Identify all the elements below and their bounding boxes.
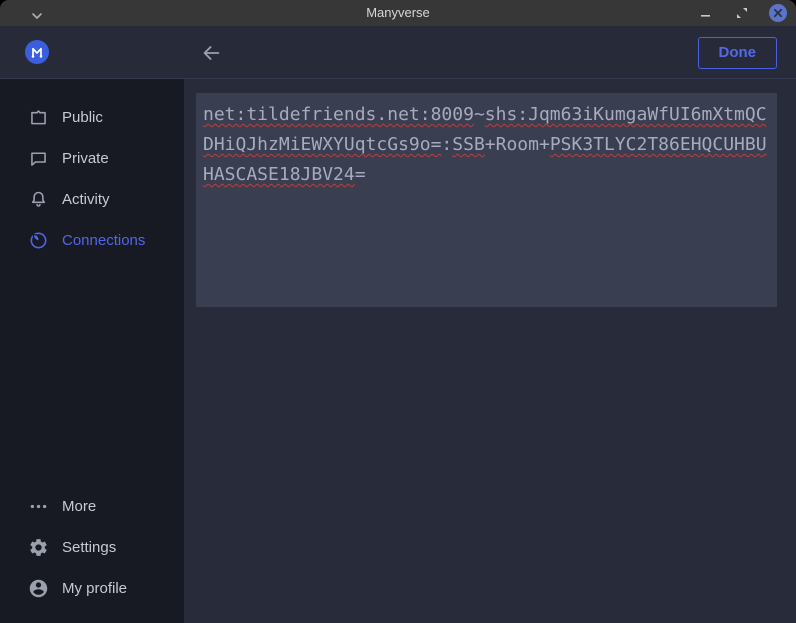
close-button[interactable]	[768, 3, 788, 23]
restore-button[interactable]	[732, 3, 752, 23]
manyverse-logo-icon	[25, 40, 49, 64]
sidebar-item-public[interactable]: Public	[0, 97, 184, 138]
window-title: Manyverse	[0, 0, 796, 26]
done-button[interactable]: Done	[698, 37, 778, 69]
sidebar-footer: More Settings My p	[0, 486, 184, 623]
sidebar-item-more[interactable]: More	[0, 486, 184, 527]
sidebar-item-label: More	[62, 498, 96, 515]
invite-text-segment: ~	[474, 104, 485, 125]
sidebar-item-settings[interactable]: Settings	[0, 527, 184, 568]
invite-text-segment: +Room+	[485, 134, 550, 155]
invite-code-textarea[interactable]: net:tildefriends.net:8009~shs:Jqm63iKumg…	[196, 93, 777, 307]
invite-text-segment: =	[355, 164, 366, 185]
bell-icon	[27, 189, 49, 211]
content-area: Public Private Activity	[0, 79, 796, 623]
sidebar-item-label: Private	[62, 150, 109, 167]
invite-text-segment: :	[441, 134, 452, 155]
sidebar-item-label: Public	[62, 109, 103, 126]
more-dots-icon	[27, 496, 49, 518]
sidebar-item-my-profile[interactable]: My profile	[0, 568, 184, 609]
titlebar: Manyverse	[0, 0, 796, 26]
connections-icon	[27, 230, 49, 252]
app-bar: Done	[0, 26, 796, 79]
account-icon	[27, 578, 49, 600]
invite-text-misspelled-segment: SSB	[452, 134, 485, 155]
sidebar-item-connections[interactable]: Connections	[0, 220, 184, 261]
main-pane: net:tildefriends.net:8009~shs:Jqm63iKumg…	[184, 79, 796, 623]
sidebar-item-label: Settings	[62, 539, 116, 556]
gear-icon	[27, 537, 49, 559]
minimize-button[interactable]	[696, 3, 716, 23]
message-icon	[27, 148, 49, 170]
sidebar-item-label: Activity	[62, 191, 110, 208]
sidebar: Public Private Activity	[0, 79, 184, 623]
window-controls	[696, 0, 788, 26]
invite-text-misspelled-segment: net:tildefriends.net:8009	[203, 104, 474, 125]
sidebar-item-private[interactable]: Private	[0, 138, 184, 179]
sidebar-item-activity[interactable]: Activity	[0, 179, 184, 220]
public-icon	[27, 107, 49, 129]
window-menu-chevron-icon[interactable]	[30, 8, 44, 18]
sidebar-item-label: My profile	[62, 580, 127, 597]
back-button[interactable]	[200, 42, 222, 64]
sidebar-item-label: Connections	[62, 232, 145, 249]
manyverse-window: Manyverse	[0, 0, 796, 623]
